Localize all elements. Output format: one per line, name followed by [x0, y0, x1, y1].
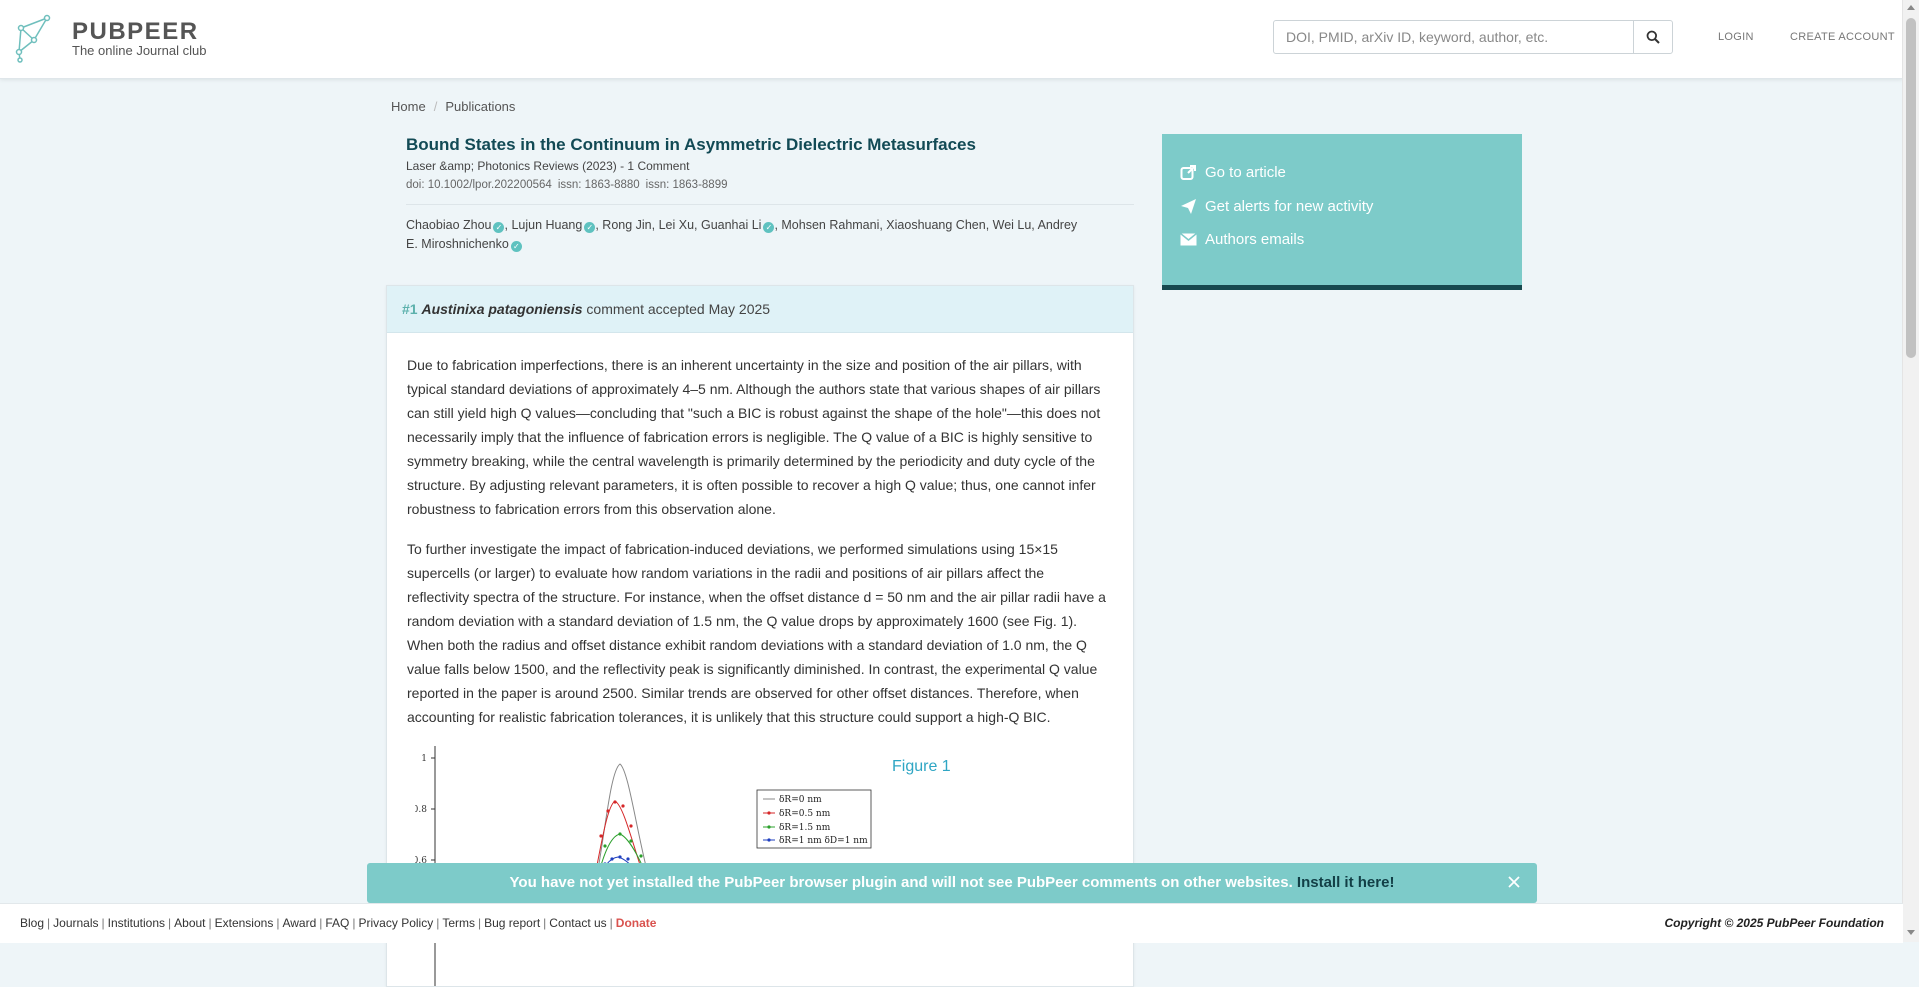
- authors-emails-label: Authors emails: [1205, 231, 1305, 248]
- footer-link-award[interactable]: Award: [282, 916, 316, 930]
- footer-link-journals[interactable]: Journals: [53, 916, 98, 930]
- footer-link-bug-report[interactable]: Bug report: [484, 916, 540, 930]
- footer-link-donate[interactable]: Donate: [616, 916, 657, 930]
- login-link[interactable]: LOGIN: [1718, 31, 1754, 43]
- comment-status: comment accepted May 2025: [586, 301, 771, 317]
- author-list: Chaobiao Zhou ✓, Lujun Huang ✓, Rong Jin, …: [406, 216, 1086, 254]
- legend-entry: δR=1 nm δD=1 nm: [779, 836, 868, 846]
- footer-link-contact[interactable]: Contact us: [549, 916, 606, 930]
- footer-link-faq[interactable]: FAQ: [325, 916, 349, 930]
- search-input[interactable]: [1274, 21, 1634, 53]
- verified-check-icon: ✓: [584, 222, 596, 233]
- journal-line: Laser &amp; Photonics Reviews (2023) - 1…: [406, 159, 690, 173]
- breadcrumb-separator: /: [433, 99, 438, 114]
- search-box: [1273, 20, 1673, 54]
- identifier-line: doi: 10.1002/lpor.202200564 issn: 1863-88…: [406, 179, 734, 191]
- article-title[interactable]: Bound States in the Continuum in Asymmet…: [406, 135, 976, 155]
- scroll-down-arrow-icon[interactable]: [1907, 930, 1915, 935]
- issn-print: issn: 1863-8880: [557, 179, 640, 191]
- install-plugin-link[interactable]: Install it here!: [1297, 874, 1395, 891]
- get-alerts-link[interactable]: Get alerts for new activity: [1180, 198, 1373, 215]
- article-actions-panel: Go to article Get alerts for new activit…: [1162, 134, 1522, 290]
- scrollbar-thumb[interactable]: [1906, 18, 1916, 358]
- legend-entry: δR=0 nm: [779, 795, 822, 805]
- footer-link-blog[interactable]: Blog: [20, 916, 44, 930]
- pubpeer-logo-icon[interactable]: [14, 12, 54, 64]
- issn-online: issn: 1863-8899: [645, 179, 728, 191]
- comment-paragraph: Due to fabrication imperfections, there …: [407, 357, 1101, 517]
- footer-link-institutions[interactable]: Institutions: [108, 916, 165, 930]
- footer-link-privacy[interactable]: Privacy Policy: [359, 916, 434, 930]
- y-tick-label: 1: [421, 754, 427, 764]
- external-link-icon: [1180, 165, 1196, 180]
- divider: [406, 204, 1134, 205]
- brand-name[interactable]: PUBPEER: [72, 18, 199, 46]
- comment-header: #1 Austinixa patagoniensis comment accep…: [387, 286, 1133, 333]
- author-name[interactable]: Lujun Huang: [511, 218, 582, 232]
- legend-entry: δR=0.5 nm: [779, 809, 831, 819]
- page-footer: Blog | Journals | Institutions | About | Extensi…: [0, 903, 1903, 943]
- breadcrumb-home[interactable]: Home: [391, 99, 426, 114]
- footer-link-terms[interactable]: Terms: [442, 916, 475, 930]
- footer-link-extensions[interactable]: Extensions: [215, 916, 274, 930]
- author-name[interactable]: Chaobiao Zhou: [406, 218, 491, 232]
- search-button[interactable]: [1633, 21, 1672, 53]
- get-alerts-label: Get alerts for new activity: [1205, 198, 1374, 215]
- author-name[interactable]: Rong Jin, Lei Xu, Guanhai Li: [602, 218, 761, 232]
- top-header: PUBPEER The online Journal club LOGIN CR…: [0, 0, 1903, 79]
- comment-number[interactable]: #1: [402, 301, 418, 317]
- figure-caption: Figure 1: [892, 758, 951, 775]
- envelope-icon: [1180, 232, 1197, 246]
- verified-check-icon: ✓: [493, 222, 505, 233]
- authors-emails-link[interactable]: Authors emails: [1180, 231, 1304, 248]
- scroll-up-arrow-icon[interactable]: [1907, 5, 1915, 10]
- paper-plane-icon: [1181, 199, 1196, 214]
- footer-link-about[interactable]: About: [174, 916, 205, 930]
- figure-legend: δR=0 nm δR=0.5 nm δR=1.5 nm δR=1 nm δD=1…: [756, 789, 872, 849]
- breadcrumb: Home / Publications: [391, 99, 515, 114]
- go-to-article-label: Go to article: [1205, 164, 1286, 181]
- go-to-article-link[interactable]: Go to article: [1180, 164, 1286, 181]
- magnifier-icon: [1646, 30, 1660, 44]
- verified-check-icon: ✓: [510, 241, 522, 252]
- comment-author: Austinixa patagoniensis: [421, 301, 583, 317]
- brand-tagline: The online Journal club: [72, 43, 207, 58]
- plugin-banner: You have not yet installed the PubPeer b…: [367, 863, 1537, 903]
- create-account-link[interactable]: CREATE ACCOUNT: [1790, 31, 1895, 43]
- verified-check-icon: ✓: [763, 222, 775, 233]
- close-icon[interactable]: [1507, 875, 1521, 889]
- comment-paragraph: To further investigate the impact of fab…: [407, 541, 1106, 725]
- doi-text[interactable]: doi: 10.1002/lpor.202200564: [406, 179, 552, 191]
- copyright-text: Copyright © 2025 PubPeer Foundation: [1664, 916, 1884, 930]
- banner-message: You have not yet installed the PubPeer b…: [509, 874, 1293, 891]
- legend-entry: δR=1.5 nm: [779, 823, 831, 833]
- page-scrollbar[interactable]: [1902, 0, 1919, 942]
- footer-links: Blog | Journals | Institutions | About | Extensi…: [20, 916, 657, 930]
- y-tick-label: 0.8: [415, 805, 427, 815]
- breadcrumb-current: Publications: [445, 99, 516, 114]
